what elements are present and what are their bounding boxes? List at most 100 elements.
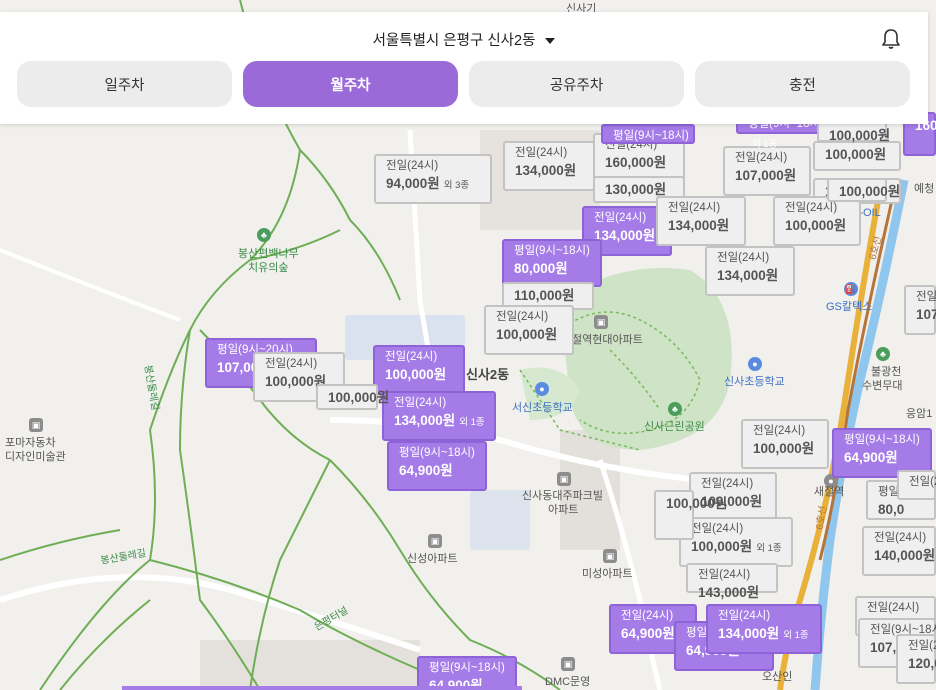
tag-price-label: 134,000원 외 1종 — [394, 412, 485, 428]
tag-type-label: 평일(9시~18시) — [613, 130, 689, 142]
parking-price-tag[interactable]: 전일(24시) 134,000원 외 1종 — [382, 391, 496, 441]
apartment-icon-2: ▣ — [557, 472, 571, 486]
tag-price-label: 140,000원 — [874, 548, 935, 563]
tag-price-label: 134,000원 — [717, 267, 783, 283]
seoshin-school-label: 서신초등학교 — [512, 402, 573, 414]
tag-price-value: 134,000원 — [668, 217, 730, 233]
tag-price-value: 107,0 — [916, 306, 936, 322]
tag-price-value: 107, — [870, 639, 897, 655]
top-header: 서울특별시 은평구 신사2동 일주차 월주차 공유주차 충전 — [0, 12, 928, 124]
tag-price-label: 134,000원 외 1종 — [718, 625, 810, 641]
tag-price-label: 100,000원 — [385, 367, 453, 382]
tag-price-value: 134,000원 — [718, 625, 780, 641]
tag-price-value: 64,900원 — [621, 625, 675, 641]
tag-price-label: 100,000원 — [328, 391, 389, 405]
tag-price-label: 64,900원 — [399, 462, 475, 478]
parking-price-tag[interactable]: 전일(24시) 107,000원 — [723, 146, 811, 196]
tag-price-label: 100,000원 — [785, 218, 849, 233]
eungam-label: 응암1 — [906, 408, 933, 420]
tag-type-label: 전일(24시) — [753, 425, 806, 437]
tag-type-label: 평일(9시~18시) — [844, 434, 920, 446]
parking-price-tag[interactable]: 전일(24시) 134,000원 — [705, 246, 795, 296]
tab-shared[interactable]: 공유주차 — [469, 61, 684, 107]
parking-price-tag[interactable]: 전일(24시) 100,000원 — [484, 305, 574, 355]
parking-price-tag[interactable]: 전일(24시) — [897, 470, 936, 500]
tag-type-label: 전일(24시) — [735, 152, 788, 164]
parking-price-tag[interactable]: 전일 107,0 — [904, 285, 936, 335]
tag-price-label: 107,0 — [916, 307, 936, 322]
tag-price-label: 100,000원 — [753, 441, 817, 456]
tag-type-label: 평일(9시~18시) — [429, 662, 505, 674]
tag-type-label: 전일(24시) — [874, 532, 927, 544]
tag-extra-label: 외 1종 — [783, 629, 809, 641]
parking-price-tag[interactable]: 전일(24시) 134,000원 — [656, 196, 746, 246]
tag-type-label: 전일(24시) — [515, 147, 568, 159]
parking-price-tag[interactable]: 평일(9시~18시) 64,900원 — [417, 656, 517, 690]
tag-type-label: 전일(24시) — [386, 160, 439, 172]
parking-price-tag[interactable]: 평일(9시~18시) 80,000원 — [502, 239, 602, 287]
school-icon: ● — [535, 382, 549, 396]
tab-monthly[interactable]: 월주차 — [243, 61, 458, 107]
tag-type-label: 전일(24시) — [718, 610, 771, 622]
parking-price-tag[interactable]: 평일(9시~18시) 64,900원 — [387, 441, 487, 491]
sinsa-school-label: 신사초등학교 — [724, 376, 785, 388]
tag-price-label: 110,000원 — [514, 289, 582, 303]
tag-price-value: 100,000원 — [691, 538, 753, 554]
tag-price-value: 140,000원 — [874, 547, 936, 563]
tag-price-label: 100,000원 — [496, 327, 562, 342]
parking-price-tag[interactable]: 평일(9시~18시) — [601, 124, 695, 144]
tag-price-label: 80,0 — [878, 502, 924, 517]
tag-price-label: 130,000원 — [605, 183, 673, 197]
parking-price-tag[interactable]: 전일(24시) 100,000원 — [773, 196, 861, 246]
tag-price-label: 143,000원 — [698, 584, 766, 600]
tag-price-value: 64,900원 — [399, 462, 453, 478]
tag-price-label: 160,000원 — [605, 154, 673, 170]
parking-price-tag[interactable]: 전일(24시) 134,000원 외 1종 — [706, 604, 822, 654]
tag-price-label: 134,000원 — [515, 163, 583, 178]
parking-price-tag[interactable]: 전일(24시) 94,000원 외 3종 — [374, 154, 492, 204]
parking-price-tag[interactable]: 전일(24시) 100,000원 외 1종 — [679, 517, 793, 567]
gs-caltex-label: GS칼텍스 — [826, 301, 873, 313]
tag-type-label: 전일(24시) — [867, 602, 920, 614]
parking-price-tag[interactable]: 전일(24시) 120,0 — [896, 634, 936, 684]
parking-price-tag[interactable]: 100,000원 — [654, 490, 727, 540]
tag-type-label: 전일 — [916, 291, 936, 303]
parking-price-tag[interactable]: 전일(24시) 140,000원 — [862, 526, 936, 576]
tag-price-value: 134,000원 — [594, 227, 656, 243]
region-selector[interactable]: 서울특별시 은평구 신사2동 — [0, 29, 928, 50]
bell-icon[interactable] — [881, 28, 901, 50]
dmc-label: DMC문영 — [545, 676, 591, 688]
tab-charging[interactable]: 충전 — [695, 61, 910, 107]
parking-price-tag[interactable]: 100,000원 — [316, 384, 389, 410]
parking-price-tag[interactable]: 전일(24시) 143,000원 — [686, 563, 778, 599]
miseong-apt-label: 미성아파트 — [582, 568, 633, 580]
tag-type-label: 전일(24시) — [668, 202, 721, 214]
tag-price-value: 134,000원 — [394, 412, 456, 428]
tag-price-value: 100,000원 — [839, 184, 901, 199]
shinseong-apt-label: 신성아파트 — [407, 553, 458, 565]
parking-price-tag[interactable]: 전일(24시) 100,000원 — [741, 419, 829, 469]
tag-price-value: 110,000원 — [514, 288, 575, 303]
parking-price-tag[interactable]: 전일(24시) 100,000원 — [373, 345, 465, 395]
parking-price-tag[interactable]: 전일(24시) 134,000원 — [503, 141, 595, 191]
tag-price-label: 94,000원 외 3종 — [386, 176, 480, 191]
tag-price-value: 160,000원 — [605, 154, 667, 170]
tag-type-label: 전일(24시) — [701, 478, 754, 490]
tag-extra-label: 외 3종 — [443, 179, 470, 191]
tag-price-label: 100,000원 외 1종 — [691, 538, 782, 554]
tag-price-value: 80,000원 — [514, 260, 568, 276]
tag-price-label: 100,000원 — [666, 497, 727, 511]
tag-price-value: 64,900원 — [844, 449, 898, 465]
tab-daily[interactable]: 일주차 — [17, 61, 232, 107]
tag-price-value: 130,000원 — [605, 182, 667, 197]
bottom-tag-edge — [122, 686, 522, 690]
tag-price-value: 134,000원 — [717, 267, 779, 283]
tag-type-label: 전일(24시) — [717, 252, 770, 264]
tag-price-value: 143,000원 — [698, 584, 760, 600]
tag-type-label: 전일(24시) — [691, 523, 744, 535]
parking-price-tag[interactable]: 100,000원 — [827, 178, 900, 202]
gas-station-icon: ⛽ — [844, 282, 858, 296]
forest-icon: ♣ — [257, 228, 271, 242]
dong-label: 신사2동 — [466, 367, 510, 382]
parking-price-tag[interactable]: 100,000원 — [817, 122, 890, 142]
